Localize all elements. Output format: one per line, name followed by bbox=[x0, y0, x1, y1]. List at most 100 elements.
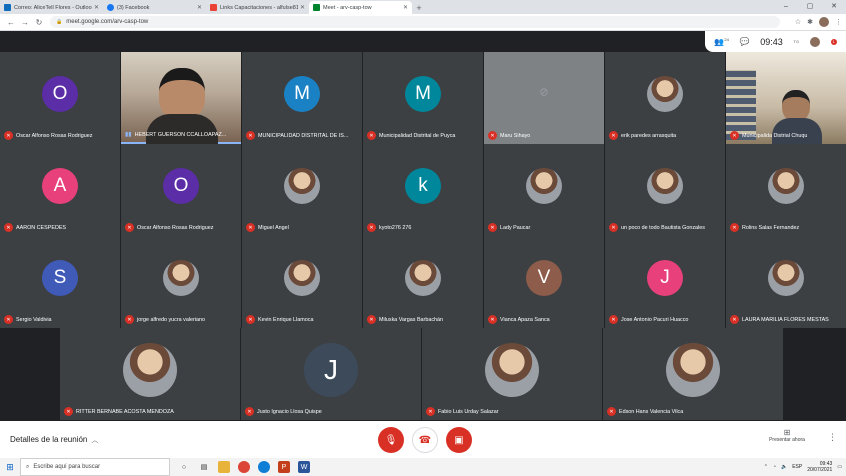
participant-tile[interactable]: ✕ Kevin Enrique Llamoca bbox=[242, 236, 362, 328]
participant-tile[interactable]: ✕ Lady Paucar bbox=[484, 144, 604, 236]
language-indicator[interactable]: ESP bbox=[792, 464, 802, 470]
participant-tile[interactable]: M ✕ MUNICIPALIDAD DISTRITAL DE IS... bbox=[242, 52, 362, 144]
mic-muted-icon: ✕ bbox=[488, 315, 497, 324]
search-placeholder: Escribe aquí para buscar bbox=[33, 464, 101, 470]
forward-button[interactable]: → bbox=[18, 18, 32, 27]
participant-tile[interactable]: ⊘ ✕ Maru Sihayo bbox=[484, 52, 604, 144]
participant-tile[interactable]: ✕ RITTER BERNABE ACOSTA MENDOZA bbox=[60, 328, 240, 420]
meeting-details-label: Detalles de la reunión bbox=[10, 435, 88, 444]
meeting-clock: 09:43 bbox=[760, 36, 783, 47]
tray-chevron-icon[interactable]: ⌃ bbox=[764, 464, 768, 470]
participant-label: ✕ LAURA MARILIA FLORES MESTAS bbox=[730, 315, 843, 324]
participant-tile[interactable]: ✕ erik paredes arrasquita bbox=[605, 52, 725, 144]
mic-off-icon: 🎙 bbox=[384, 434, 398, 446]
participant-label: ✕ Rolins Salas Fernandez bbox=[730, 223, 843, 232]
participants-button[interactable]: 👥24 bbox=[714, 37, 728, 47]
close-tab-icon[interactable]: ✕ bbox=[300, 4, 305, 11]
file-explorer-icon[interactable] bbox=[218, 461, 230, 473]
participant-avatar bbox=[647, 76, 683, 113]
close-window-button[interactable]: ✕ bbox=[822, 0, 846, 14]
reload-button[interactable]: ↻ bbox=[32, 18, 46, 27]
close-tab-icon[interactable]: ✕ bbox=[197, 4, 202, 11]
end-call-button[interactable]: ☎ bbox=[412, 427, 438, 453]
participant-name: Vianca Apaza Sanca bbox=[500, 316, 550, 323]
taskbar-search-input[interactable]: ⌕ Escribe aquí para buscar bbox=[20, 458, 170, 476]
menu-dots-icon[interactable]: ⋮ bbox=[835, 18, 842, 26]
participant-name: AARON CESPEDES bbox=[16, 224, 67, 231]
present-now-button[interactable]: ⊞ Presentar ahora bbox=[762, 428, 812, 443]
meet-favicon-icon bbox=[313, 4, 320, 11]
participant-tile[interactable]: A ✕ AARON CESPEDES bbox=[0, 144, 120, 236]
volume-icon[interactable]: 🔈 bbox=[781, 464, 787, 470]
gmail-favicon-icon bbox=[210, 4, 217, 11]
participant-tile[interactable]: ✕ un poco de todo Bautista Gonzales bbox=[605, 144, 725, 236]
participant-tile[interactable]: S ✕ Sergio Valdivia bbox=[0, 236, 120, 328]
participant-label: ✕ Justo Ignacio Llosa Quispe bbox=[245, 407, 418, 416]
participant-tile[interactable]: ✕ LAURA MARILIA FLORES MESTAS bbox=[726, 236, 846, 328]
participant-name: Miluska Vargas Barbachán bbox=[379, 316, 444, 323]
participant-tile[interactable]: ✕ Edson Hans Valencia Vilca bbox=[603, 328, 783, 420]
participant-tile[interactable]: ✕ Miluska Vargas Barbachán bbox=[363, 236, 483, 328]
maximize-window-button[interactable]: ▢ bbox=[798, 0, 822, 14]
participant-tile[interactable]: O ✕ Oscar Alfonso Rosas Rodriguez bbox=[0, 52, 120, 144]
mic-muted-icon: ✕ bbox=[4, 131, 13, 140]
browser-tab-outlook[interactable]: Correo: AliceTell Flores - Outlook ✕ bbox=[0, 1, 103, 14]
participant-name: Municipalidad Distrital de Puyca bbox=[379, 132, 456, 139]
participant-name: Rolins Salas Fernandez bbox=[742, 224, 800, 231]
participant-avatar: k bbox=[405, 168, 441, 205]
user-avatar[interactable] bbox=[809, 36, 820, 47]
participant-tile[interactable]: k ✕ kyoto276 276 bbox=[363, 144, 483, 236]
participant-tile[interactable]: ✕ Fabio Luis Urday Salazar bbox=[422, 328, 602, 420]
participant-name: RITTER BERNABE ACOSTA MENDOZA bbox=[76, 408, 174, 415]
close-tab-icon[interactable]: ✕ bbox=[403, 4, 408, 11]
url-field[interactable]: 🔒 meet.google.com/arv-casp-tow bbox=[50, 16, 780, 28]
close-tab-icon[interactable]: ✕ bbox=[94, 4, 99, 11]
browser-tab-gmail[interactable]: Links Capacitaciones - alfulse818 ✕ bbox=[206, 1, 309, 14]
participant-tile[interactable]: V ✕ Vianca Apaza Sanca bbox=[484, 236, 604, 328]
participant-avatar bbox=[526, 168, 562, 205]
wifi-icon[interactable]: ◔ bbox=[773, 464, 776, 470]
participant-tile[interactable]: M ✕ Municipalidad Distrital de Puyca bbox=[363, 52, 483, 144]
participant-label: ✕ MUNICIPALIDAD DISTRITAL DE IS... bbox=[246, 131, 359, 140]
minimize-window-button[interactable]: – bbox=[774, 0, 798, 14]
powerpoint-icon[interactable]: P bbox=[278, 461, 290, 473]
participant-label: ✕ Kevin Enrique Llamoca bbox=[246, 315, 359, 324]
browser-tab-facebook[interactable]: (3) Facebook ✕ bbox=[103, 1, 206, 14]
word-icon[interactable]: W bbox=[298, 461, 310, 473]
taskbar-date: 20/07/2021 bbox=[807, 467, 833, 473]
mic-off-button[interactable]: 🎙 bbox=[378, 427, 404, 453]
windows-taskbar: ⊞ ⌕ Escribe aquí para buscar ○ ▤ P W ⌃ ◔… bbox=[0, 458, 846, 476]
back-button[interactable]: ← bbox=[4, 18, 18, 27]
meeting-details-button[interactable]: Detalles de la reunión ︿ bbox=[10, 435, 98, 445]
bookmark-star-icon[interactable]: ☆ bbox=[795, 18, 801, 26]
windows-start-icon[interactable]: ⊞ bbox=[0, 462, 20, 473]
participant-tile[interactable]: ✕ Municipalida Distrial Chuqu bbox=[726, 52, 846, 144]
meet-control-bar: Detalles de la reunión ︿ 🎙 ☎ ▣ ⊞ Present… bbox=[0, 421, 846, 458]
participant-label: ✕ Municipalidad Distrital de Puyca bbox=[367, 131, 480, 140]
calendar-app-icon[interactable]: ▤ bbox=[198, 461, 210, 473]
new-tab-button[interactable]: + bbox=[412, 1, 426, 14]
browser-tab-meet[interactable]: Meet - arv-casp-tow ✕ bbox=[309, 1, 412, 14]
edge-icon[interactable] bbox=[258, 461, 270, 473]
participant-tile[interactable]: ✕ Miguel Angel bbox=[242, 144, 362, 236]
camera-off-button[interactable]: ▣ bbox=[446, 427, 472, 453]
participant-tile[interactable]: ✕ Rolins Salas Fernandez bbox=[726, 144, 846, 236]
profile-avatar[interactable] bbox=[819, 17, 829, 27]
taskbar-clock[interactable]: 09:43 20/07/2021 bbox=[807, 461, 832, 473]
task-view-icon[interactable]: ○ bbox=[178, 461, 190, 473]
participant-label: ✕ AARON CESPEDES bbox=[4, 223, 117, 232]
participant-name: MUNICIPALIDAD DISTRITAL DE IS... bbox=[258, 132, 349, 139]
participant-tile[interactable]: O ✕ Oscar Alfonso Rosas Rodriguez bbox=[121, 144, 241, 236]
notifications-icon[interactable]: ▭ bbox=[837, 464, 842, 470]
participant-tile[interactable]: ▮▮ HEBERT GUERSON CCALLOAPAZ... bbox=[121, 52, 241, 144]
participant-tile[interactable]: J ✕ Jose Antonio Pacuri Huacco bbox=[605, 236, 725, 328]
participant-tile[interactable]: ✕ jorge alfredo yucra valeriano bbox=[121, 236, 241, 328]
mic-muted-icon: ✕ bbox=[367, 131, 376, 140]
chat-icon[interactable]: 💬 bbox=[740, 37, 750, 46]
participant-tile[interactable]: J ✕ Justo Ignacio Llosa Quispe bbox=[241, 328, 421, 420]
chrome-icon[interactable] bbox=[238, 461, 250, 473]
mic-muted-icon: ✕ bbox=[246, 315, 255, 324]
more-options-icon[interactable]: ⋮ bbox=[828, 432, 837, 443]
extensions-icon[interactable]: ✱ bbox=[807, 18, 813, 26]
user-initials: TG bbox=[793, 39, 800, 44]
